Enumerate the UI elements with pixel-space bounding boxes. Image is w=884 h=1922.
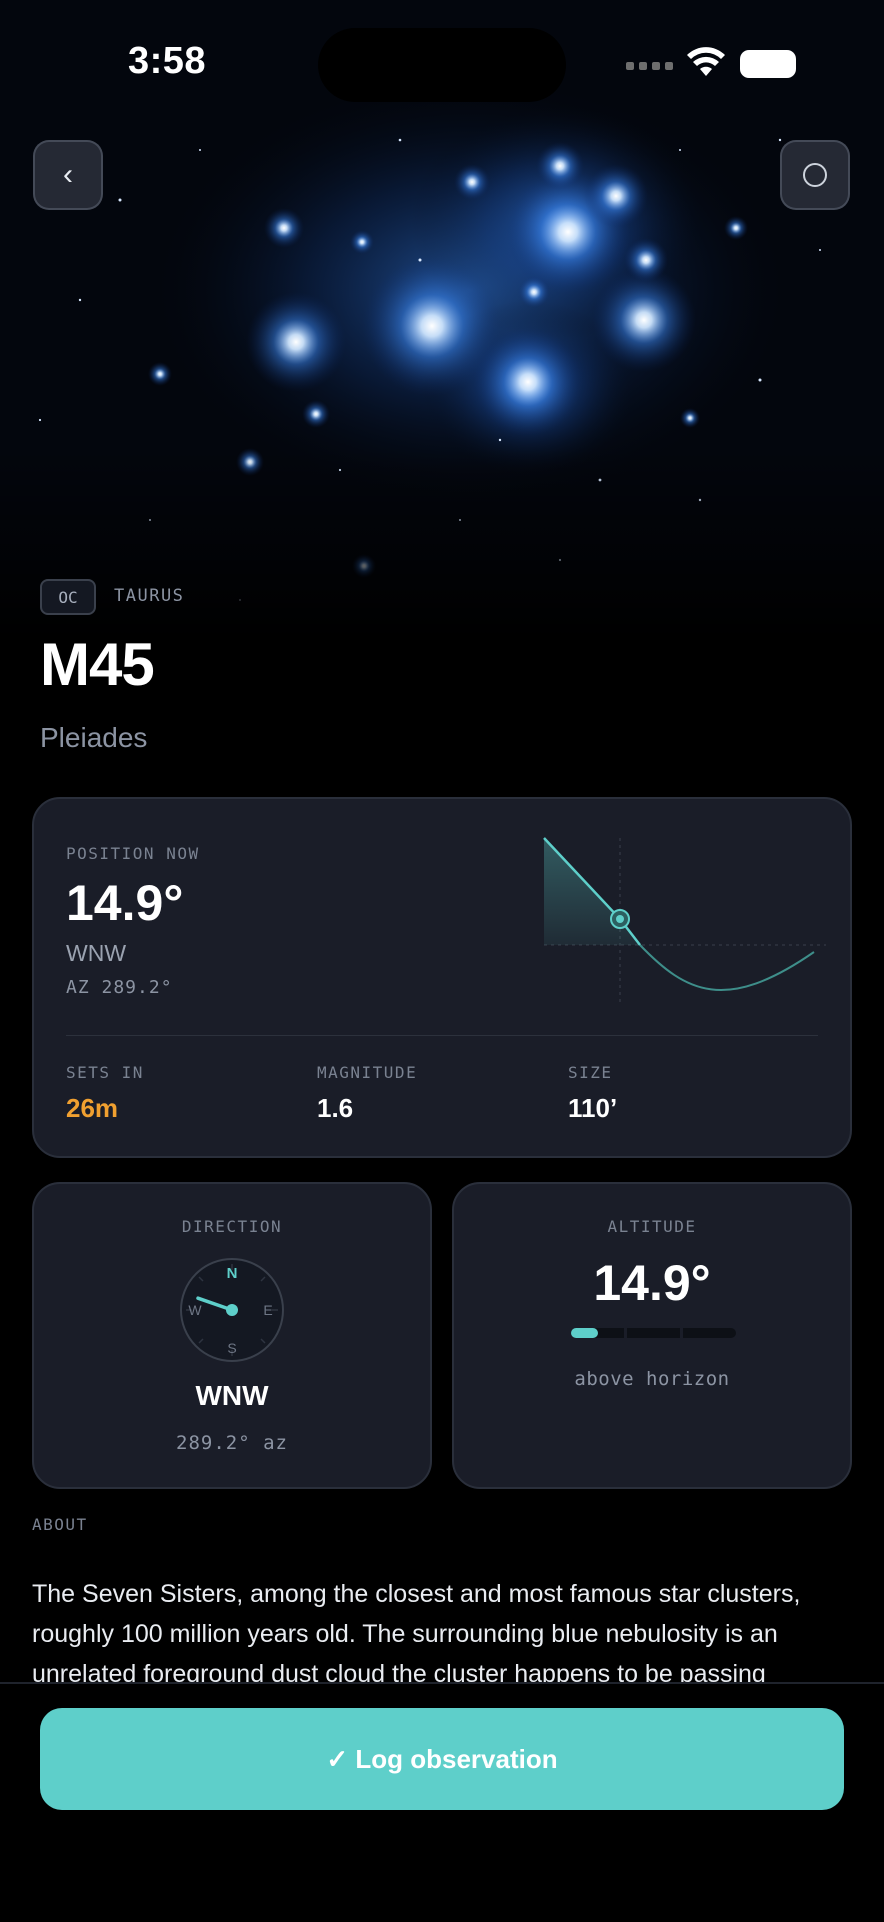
object-title: M45 — [40, 631, 155, 698]
about-text: The Seven Sisters, among the closest and… — [32, 1580, 801, 1682]
direction-value: WNW — [195, 1380, 269, 1411]
status-time: 3:58 — [128, 40, 207, 82]
stat-size-value: 110’ — [568, 1093, 618, 1123]
altitude-value: 14.9° — [593, 1255, 711, 1311]
compass-e: E — [263, 1302, 272, 1318]
circle-icon — [803, 163, 827, 187]
stat-sets-value: 26m — [66, 1093, 119, 1123]
stat-magnitude-value: 1.6 — [317, 1093, 354, 1123]
stat-sets-label: SETS IN — [66, 1063, 144, 1082]
back-button[interactable]: ‹ — [33, 140, 103, 210]
compass-s: S — [227, 1340, 236, 1356]
position-azimuth: AZ 289.2° — [66, 977, 173, 998]
constellation-label: TAURUS — [114, 586, 185, 606]
altitude-bar-fill — [571, 1328, 598, 1338]
card-divider — [66, 1035, 818, 1036]
position-direction: WNW — [66, 940, 127, 966]
battery-icon — [740, 50, 796, 78]
direction-label: DIRECTION — [181, 1217, 283, 1236]
chevron-left-icon: ‹ — [63, 158, 73, 191]
dynamic-island — [318, 28, 566, 102]
compass-n: N — [227, 1265, 238, 1282]
position-label: POSITION NOW — [66, 844, 200, 863]
object-type-badge: OC — [40, 579, 96, 615]
stat-magnitude-label: MAGNITUDE — [317, 1063, 418, 1082]
altitude-curve — [536, 828, 826, 1013]
compass-icon: N E S W — [178, 1256, 286, 1369]
position-altitude: 14.9° — [66, 875, 184, 931]
compass-w: W — [188, 1302, 202, 1318]
wifi-icon — [686, 46, 726, 83]
direction-azimuth: 289.2° az — [176, 1432, 288, 1454]
cellular-signal-icon — [626, 62, 673, 70]
stat-size-label: SIZE — [568, 1063, 613, 1082]
about-label: ABOUT — [32, 1515, 88, 1534]
altitude-label: ALTITUDE — [607, 1217, 697, 1236]
altitude-caption: above horizon — [574, 1368, 730, 1390]
object-subtitle: Pleiades — [40, 722, 148, 753]
log-observation-button[interactable]: ✓ Log observation — [40, 1708, 844, 1810]
bookmark-button[interactable] — [780, 140, 850, 210]
